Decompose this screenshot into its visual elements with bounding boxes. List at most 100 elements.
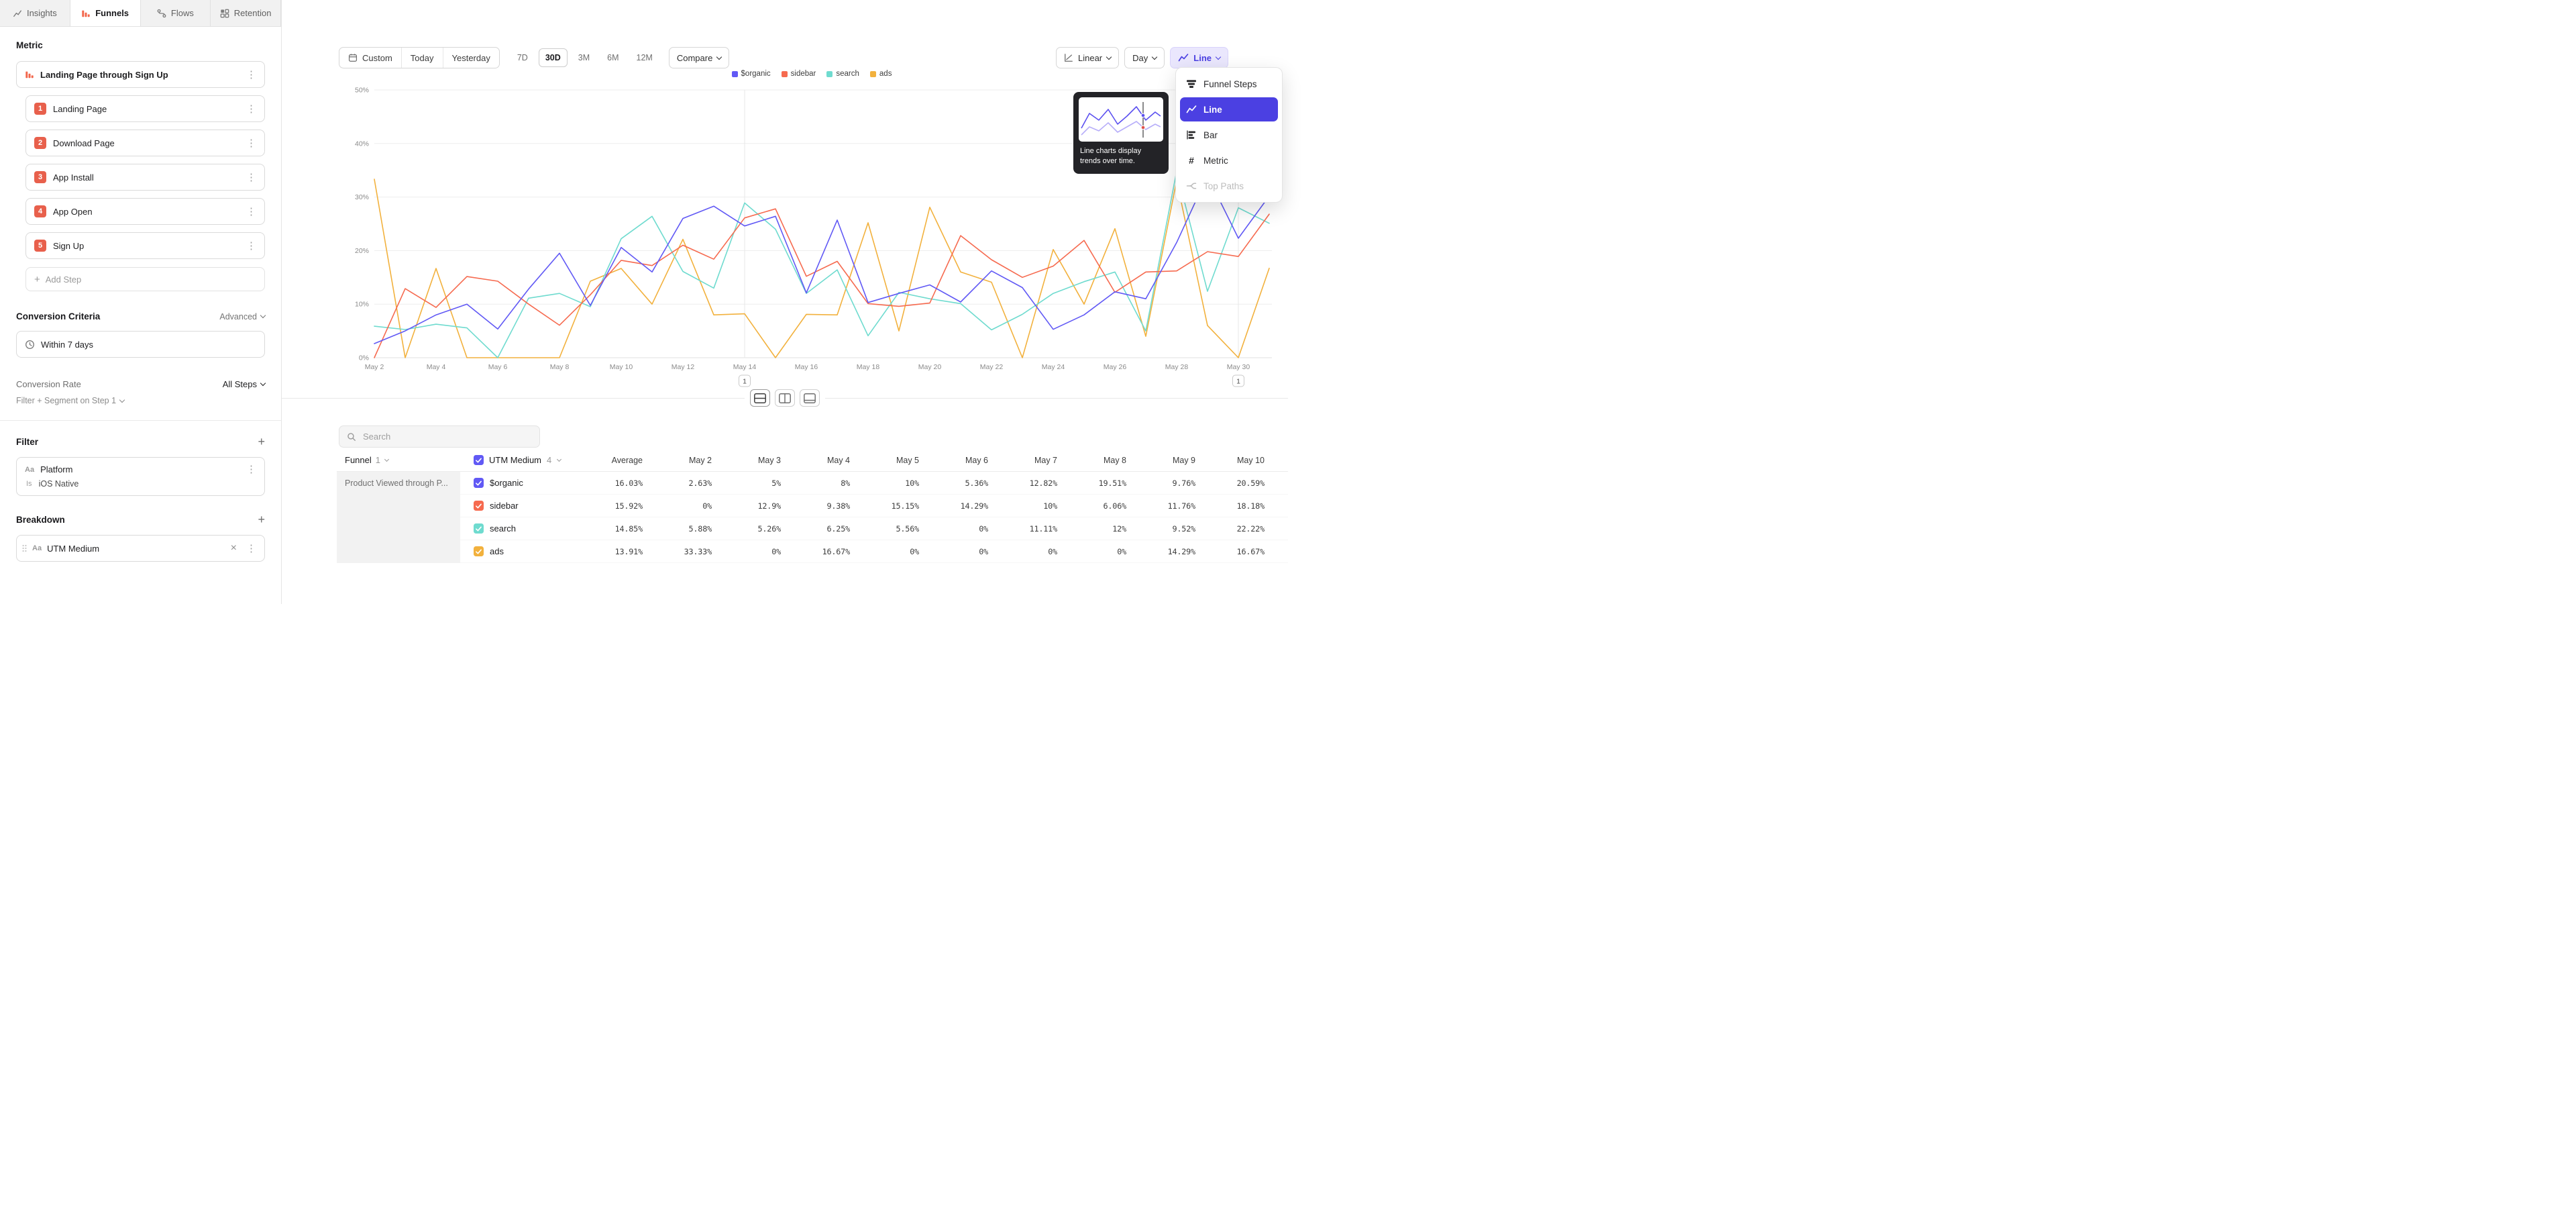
search-box[interactable] <box>339 425 540 448</box>
series-checkbox[interactable] <box>474 523 484 534</box>
layout-rows-icon <box>754 393 766 403</box>
row-group-label[interactable]: Product Viewed through P... <box>337 472 460 563</box>
search-input[interactable] <box>362 431 532 442</box>
breakdown-item-utm-medium[interactable]: Aa UTM Medium × ⋮ <box>16 535 265 562</box>
add-filter-button[interactable]: + <box>258 436 265 448</box>
range-button-6m[interactable]: 6M <box>600 48 625 67</box>
metric-heading: Metric <box>16 40 265 50</box>
value-column-header[interactable]: May 5 <box>857 456 926 465</box>
conversion-window-label: Within 7 days <box>41 340 93 350</box>
table-cell-value: 0% <box>719 547 788 556</box>
series-checkbox[interactable] <box>474 478 484 488</box>
value-column-header[interactable]: Average <box>581 456 650 465</box>
drag-handle-icon[interactable] <box>22 544 27 552</box>
funnel-step-1[interactable]: 1Landing Page⋮ <box>25 95 265 122</box>
series-line-$organic[interactable] <box>374 176 1269 344</box>
kebab-icon[interactable]: ⋮ <box>244 137 259 150</box>
menu-item-line[interactable]: Line <box>1180 97 1278 121</box>
menu-item-metric[interactable]: #Metric <box>1180 148 1278 172</box>
value-column-header[interactable]: May 3 <box>719 456 788 465</box>
filter-item-platform[interactable]: Aa Platform ⋮ Is iOS Native <box>16 457 265 496</box>
funnel-step-3[interactable]: 3App Install⋮ <box>25 164 265 191</box>
kebab-icon[interactable]: ⋮ <box>244 171 259 184</box>
kebab-icon[interactable]: ⋮ <box>244 240 259 252</box>
funnel-step-2[interactable]: 2Download Page⋮ <box>25 130 265 156</box>
add-step-button[interactable]: + Add Step <box>25 267 265 291</box>
advanced-dropdown[interactable]: Advanced <box>219 312 265 321</box>
conversion-window[interactable]: Within 7 days <box>16 331 265 358</box>
range-button-30d[interactable]: 30D <box>539 48 568 67</box>
legend-label: ads <box>879 70 892 78</box>
annotation-marker[interactable]: 1 <box>739 375 751 387</box>
tab-funnels[interactable]: Funnels <box>70 0 141 26</box>
layout-columns-button[interactable] <box>775 389 795 407</box>
breakdown-column-header[interactable]: UTM Medium 4 <box>460 455 581 465</box>
kebab-icon[interactable]: ⋮ <box>244 103 259 115</box>
kebab-icon[interactable]: ⋮ <box>244 68 259 81</box>
conversion-criteria-heading: Conversion Criteria <box>16 311 100 321</box>
today-button[interactable]: Today <box>402 48 443 68</box>
value-column-header[interactable]: May 6 <box>926 456 996 465</box>
tab-flows[interactable]: Flows <box>141 0 211 26</box>
legend-item[interactable]: search <box>826 70 859 78</box>
range-button-12m[interactable]: 12M <box>630 48 659 67</box>
chart-type-dropdown[interactable]: Line <box>1170 47 1228 68</box>
interval-dropdown[interactable]: Day <box>1124 47 1165 68</box>
funnel-step-5[interactable]: 5Sign Up⋮ <box>25 232 265 259</box>
table-cell-value: 0% <box>996 547 1065 556</box>
close-icon[interactable]: × <box>229 543 238 554</box>
funnel-step-4[interactable]: 4App Open⋮ <box>25 198 265 225</box>
yesterday-button[interactable]: Yesterday <box>443 48 499 68</box>
select-all-checkbox[interactable] <box>474 455 484 465</box>
add-breakdown-button[interactable]: + <box>258 513 265 525</box>
breakdown-column-label: UTM Medium <box>489 455 541 465</box>
breakdown-table: Funnel 1 UTM Medium 4 AverageMay 2May 3M… <box>337 449 1288 563</box>
tab-label: Insights <box>27 8 57 18</box>
range-button-7d[interactable]: 7D <box>511 48 535 67</box>
value-column-header[interactable]: May 4 <box>788 456 857 465</box>
layout-columns-icon <box>779 393 791 403</box>
value-column-header[interactable]: May 2 <box>650 456 719 465</box>
series-checkbox[interactable] <box>474 546 484 556</box>
legend-item[interactable]: ads <box>870 70 892 78</box>
kebab-icon[interactable]: ⋮ <box>244 542 259 555</box>
calendar-icon <box>348 53 358 62</box>
filter-segment-dropdown[interactable]: Filter + Segment on Step 1 <box>16 396 265 405</box>
layout-rows-button[interactable] <box>750 389 770 407</box>
range-button-3m[interactable]: 3M <box>572 48 596 67</box>
x-axis-label: May 4 <box>427 363 446 371</box>
layout-chart-button[interactable] <box>800 389 820 407</box>
table-cell-value: 6.06% <box>1065 501 1134 511</box>
series-checkbox[interactable] <box>474 501 484 511</box>
filter-operator[interactable]: Is <box>26 480 32 488</box>
kebab-icon[interactable]: ⋮ <box>244 205 259 218</box>
y-axis-label: 40% <box>355 140 369 148</box>
conversion-rate-steps-dropdown[interactable]: All Steps <box>223 379 265 389</box>
value-column-header[interactable]: May 8 <box>1065 456 1134 465</box>
tab-insights[interactable]: Insights <box>0 0 70 26</box>
tab-retention[interactable]: Retention <box>211 0 281 26</box>
svg-text:1: 1 <box>1236 378 1240 386</box>
compare-button[interactable]: Compare <box>669 47 729 68</box>
value-column-header[interactable]: May 7 <box>996 456 1065 465</box>
table-cell-value: 16.67% <box>788 547 857 556</box>
menu-item-funnel-steps[interactable]: Funnel Steps <box>1180 72 1278 96</box>
step-label: Landing Page <box>53 104 237 114</box>
value-column-header[interactable]: May 10 <box>1203 456 1272 465</box>
table-cell-value: 0% <box>857 547 926 556</box>
filter-value[interactable]: iOS Native <box>39 479 79 489</box>
funnel-column-header[interactable]: Funnel 1 <box>337 455 460 465</box>
scale-dropdown[interactable]: Linear <box>1056 47 1119 68</box>
value-column-header[interactable]: May 9 <box>1134 456 1203 465</box>
x-axis-label: May 18 <box>857 363 880 371</box>
legend-item[interactable]: sidebar <box>782 70 816 78</box>
custom-date-button[interactable]: Custom <box>339 48 402 68</box>
funnel-card[interactable]: Landing Page through Sign Up ⋮ <box>16 61 265 88</box>
menu-item-bar[interactable]: Bar <box>1180 123 1278 147</box>
series-line-search[interactable] <box>374 171 1269 358</box>
conversion-rate-value: All Steps <box>223 379 257 389</box>
legend-item[interactable]: $organic <box>732 70 771 78</box>
annotation-marker[interactable]: 1 <box>1233 375 1244 387</box>
kebab-icon[interactable]: ⋮ <box>244 463 259 476</box>
series-line-sidebar[interactable] <box>374 209 1269 358</box>
